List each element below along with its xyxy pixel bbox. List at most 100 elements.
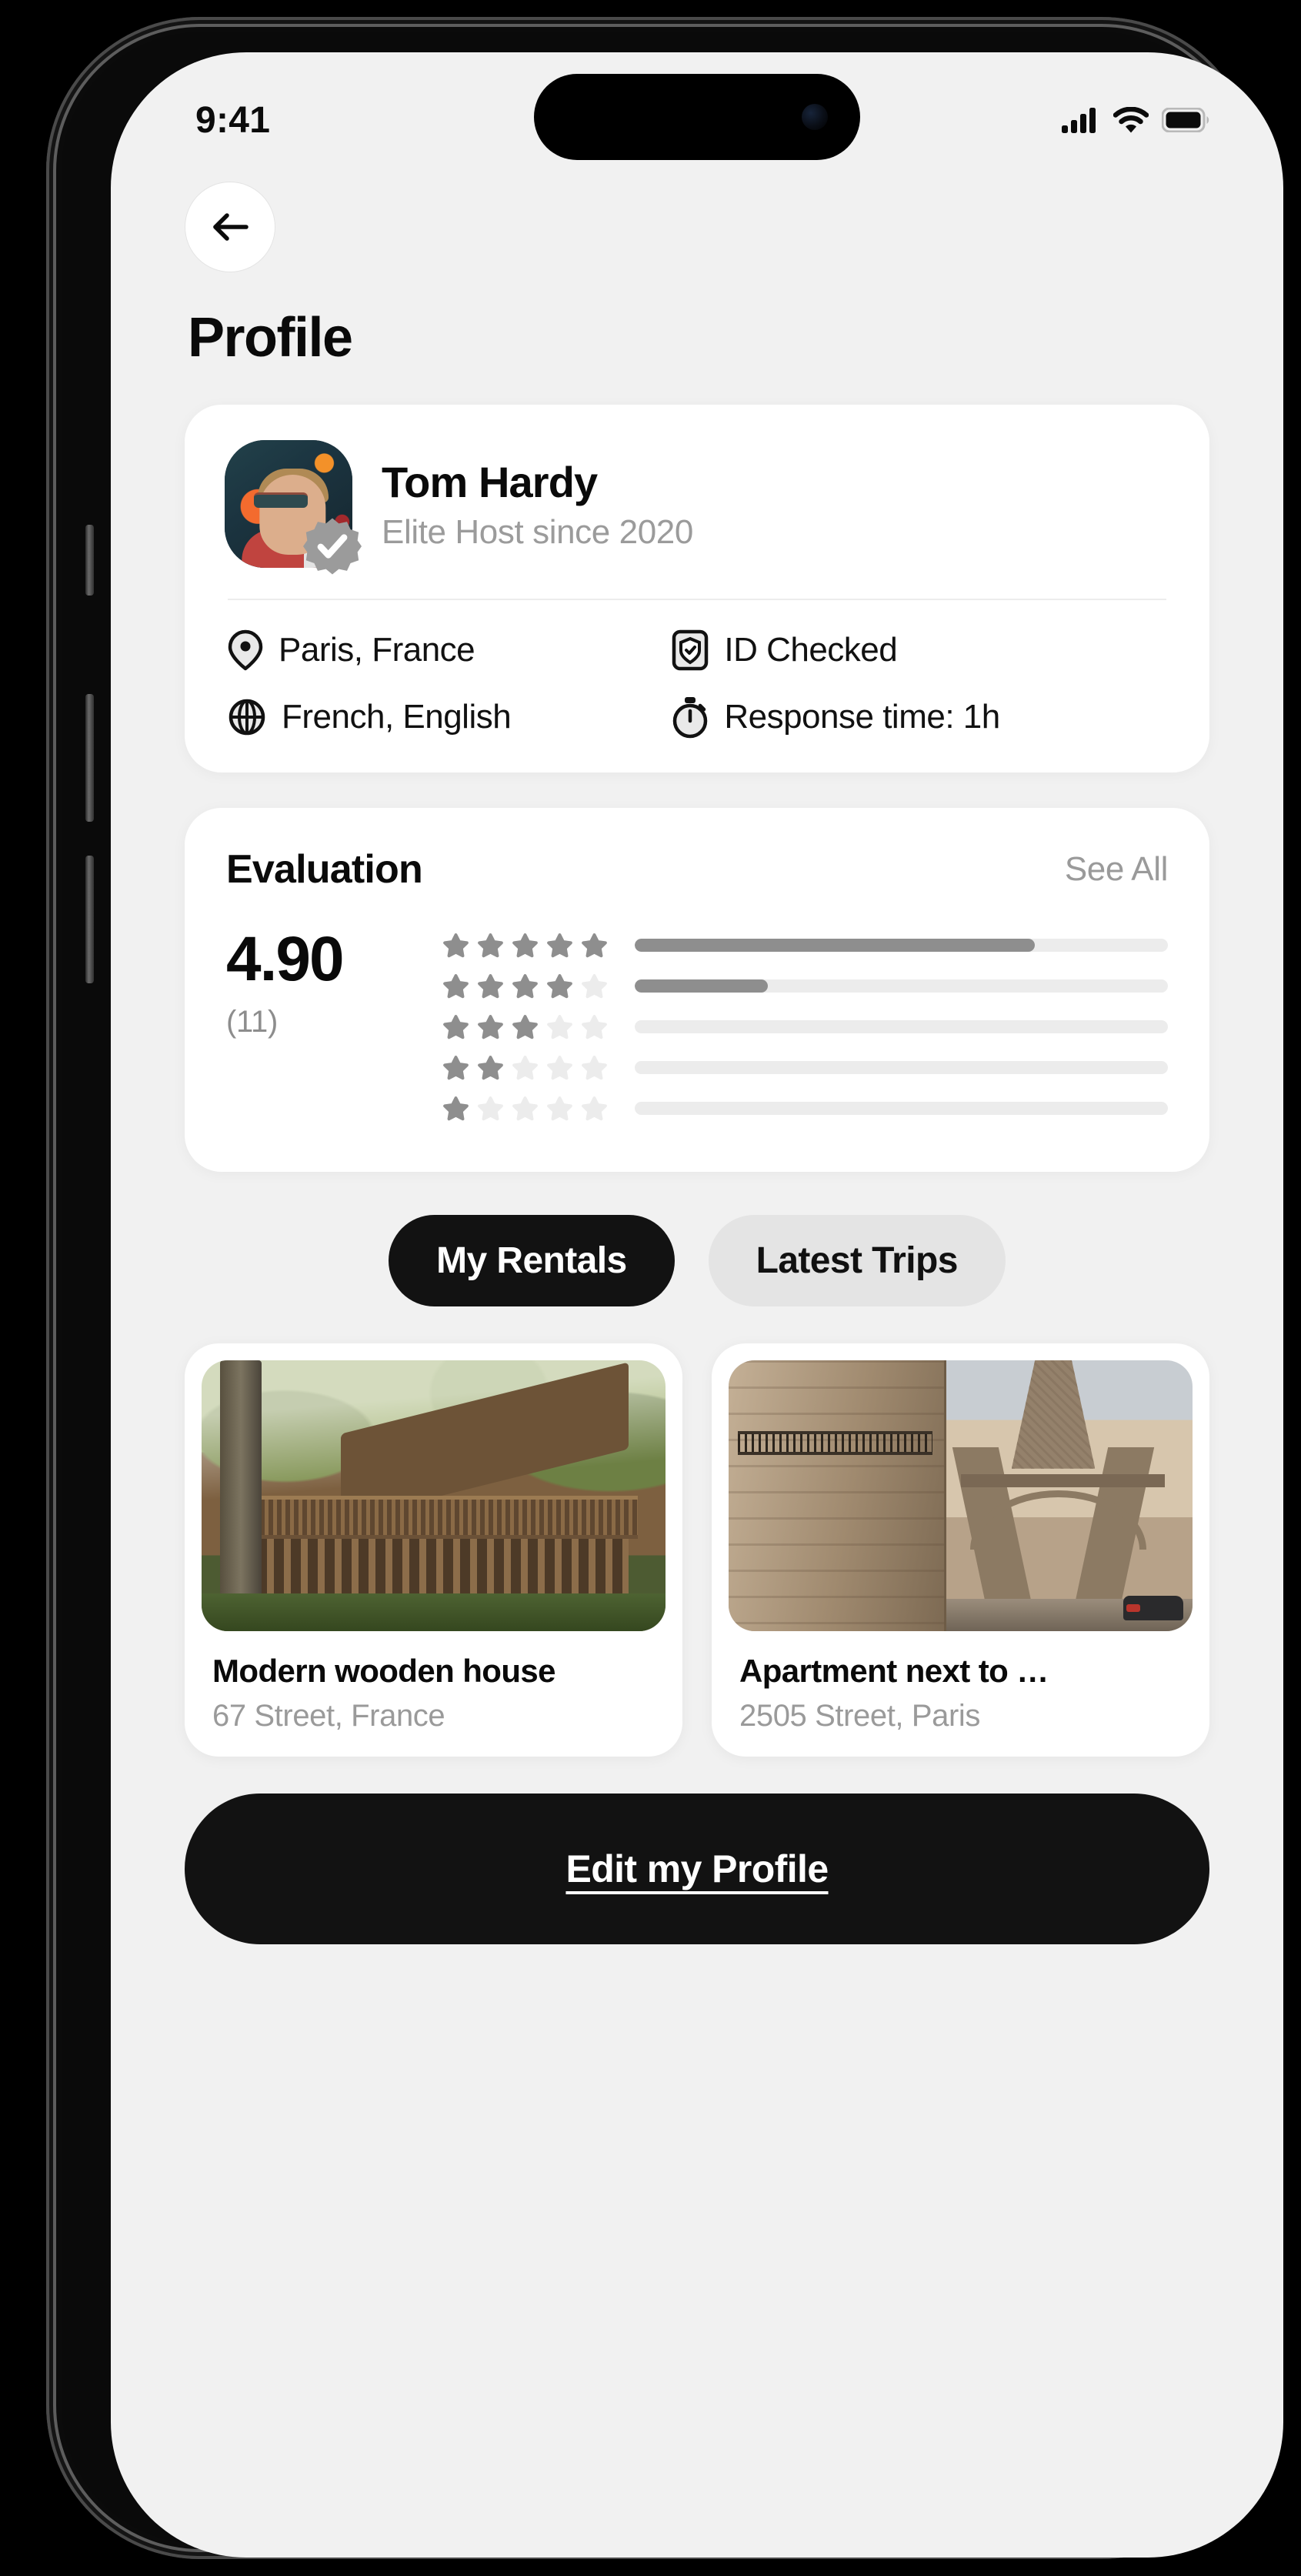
see-all-link[interactable]: See All [1065, 850, 1169, 889]
star-icon [443, 1096, 469, 1121]
id-check-icon [672, 629, 709, 671]
rating-count: (11) [226, 1005, 278, 1039]
globe-icon [229, 699, 265, 736]
location-pin-icon [228, 629, 263, 671]
rating-row-4-star [442, 966, 1168, 1006]
rating-row-stars [442, 1094, 609, 1123]
star-icon [512, 1096, 538, 1121]
profile-identity: Tom Hardy Elite Host since 2020 [382, 457, 693, 552]
page-content: Profile Tom Hardy Elite Host since 2020 … [111, 168, 1283, 1944]
arrow-left-icon [213, 213, 249, 241]
rating-row-stars [442, 1053, 609, 1082]
rating-row-stars [442, 931, 609, 959]
rating-row-stars [442, 972, 609, 1000]
profile-header: Tom Hardy Elite Host since 2020 [225, 440, 1169, 575]
cellular-signal-icon [1062, 108, 1096, 133]
star-icon [478, 1096, 503, 1121]
status-icons [1062, 107, 1209, 133]
rating-row-bar [635, 939, 1168, 952]
edit-profile-label: Edit my Profile [565, 1847, 829, 1890]
star-icon [582, 1015, 607, 1039]
rating-body: 4.90 (11) [226, 920, 1168, 1129]
wifi-icon [1113, 107, 1149, 133]
tab-bar: My Rentals Latest Trips [185, 1215, 1209, 1306]
detail-id-checked-label: ID Checked [724, 631, 898, 669]
detail-location-label: Paris, France [279, 631, 475, 669]
rating-row-3-star [442, 1006, 1168, 1047]
rating-row-bar [635, 1020, 1168, 1033]
front-camera-icon [802, 104, 828, 130]
rating-score: 4.90 [226, 924, 345, 994]
volume-down-button[interactable] [85, 856, 94, 983]
rating-score-block: 4.90 (11) [226, 920, 403, 1039]
star-icon [478, 1056, 503, 1080]
star-icon [547, 1056, 572, 1080]
listing-card-apartment[interactable]: Apartment next to … 2505 Street, Paris [712, 1343, 1209, 1757]
dynamic-island [534, 74, 860, 160]
status-time: 9:41 [195, 99, 271, 141]
star-icon [547, 1096, 572, 1121]
rating-row-bar-fill [635, 979, 769, 993]
listing-title: Modern wooden house [212, 1653, 556, 1689]
rating-row-5-star [442, 925, 1168, 966]
star-icon [478, 933, 503, 958]
star-icon [547, 933, 572, 958]
rating-row-2-star [442, 1047, 1168, 1088]
verified-badge-icon [303, 518, 362, 575]
star-icon [547, 974, 572, 999]
star-icon [582, 1056, 607, 1080]
phone-frame: 9:41 Profile Tom Hardy Elite Host since … [46, 17, 1283, 2559]
edit-profile-button[interactable]: Edit my Profile [185, 1794, 1209, 1944]
back-button[interactable] [185, 182, 275, 272]
star-icon [582, 933, 607, 958]
listing-address: 67 Street, France [212, 1699, 445, 1733]
star-icon [512, 933, 538, 958]
page-title: Profile [188, 307, 353, 369]
rating-row-1-star [442, 1088, 1168, 1129]
detail-languages-label: French, English [282, 698, 512, 736]
star-icon [512, 1015, 538, 1039]
detail-response-time: Response time: 1h [672, 696, 1169, 739]
profile-card: Tom Hardy Elite Host since 2020 Paris, F… [185, 405, 1209, 772]
evaluation-title: Evaluation [226, 847, 423, 892]
star-icon [443, 1015, 469, 1039]
tab-my-rentals[interactable]: My Rentals [389, 1215, 675, 1306]
detail-location: Paris, France [228, 629, 672, 671]
battery-icon [1162, 108, 1209, 132]
rating-row-bar [635, 979, 1168, 993]
listing-card-wooden-house[interactable]: Modern wooden house 67 Street, France [185, 1343, 682, 1757]
rating-row-stars [442, 1013, 609, 1041]
detail-id-checked: ID Checked [672, 629, 1169, 671]
listing-title: Apartment next to … [739, 1653, 1049, 1689]
tab-latest-trips[interactable]: Latest Trips [708, 1215, 1006, 1306]
detail-languages: French, English [228, 696, 672, 739]
evaluation-header: Evaluation See All [226, 846, 1168, 893]
star-icon [443, 933, 469, 958]
star-icon [512, 974, 538, 999]
listing-address: 2505 Street, Paris [739, 1699, 980, 1733]
star-icon [443, 974, 469, 999]
profile-name: Tom Hardy [382, 457, 598, 506]
star-icon [478, 1015, 503, 1039]
detail-response-time-label: Response time: 1h [724, 698, 1000, 736]
evaluation-card: Evaluation See All 4.90 (11) [185, 808, 1209, 1172]
rating-rows [442, 920, 1168, 1129]
star-icon [478, 974, 503, 999]
profile-subtitle: Elite Host since 2020 [382, 512, 693, 551]
divider [228, 599, 1166, 600]
star-icon [547, 1015, 572, 1039]
rating-row-bar-fill [635, 939, 1035, 952]
silent-switch[interactable] [85, 525, 94, 596]
star-icon [582, 1096, 607, 1121]
stopwatch-icon [673, 697, 708, 739]
star-icon [582, 974, 607, 999]
eiffel-tower-photo [729, 1360, 1193, 1631]
rating-row-bar [635, 1061, 1168, 1074]
star-icon [443, 1056, 469, 1080]
rating-row-bar [635, 1102, 1168, 1115]
listings-grid: Modern wooden house 67 Street, France Ap… [185, 1343, 1209, 1757]
profile-details: Paris, France ID Checked French, English… [225, 629, 1169, 739]
volume-up-button[interactable] [85, 694, 94, 822]
phone-screen: 9:41 Profile Tom Hardy Elite Host since … [111, 52, 1283, 2558]
star-icon [512, 1056, 538, 1080]
